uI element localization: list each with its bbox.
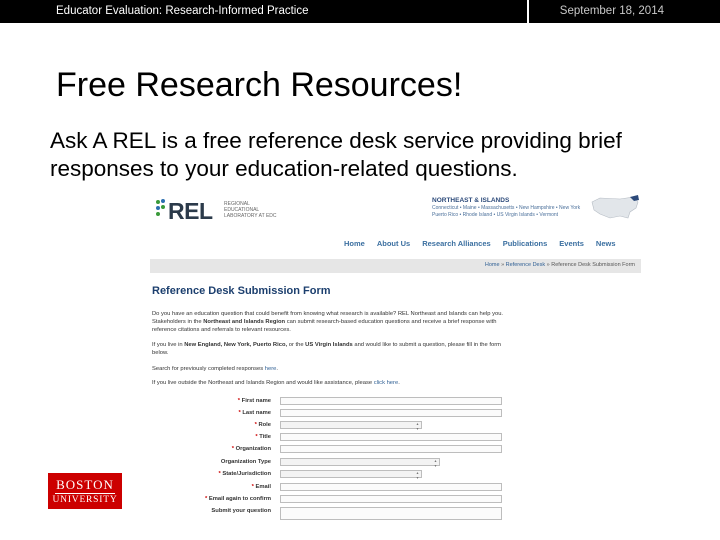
click-here-link[interactable]: click here [374, 380, 398, 386]
search-here-link[interactable]: here [265, 366, 277, 372]
form-intro-paragraph: Do you have an education question that c… [152, 311, 504, 333]
email-input[interactable] [280, 483, 502, 491]
nav-publications[interactable]: Publications [503, 239, 548, 248]
first-name-input[interactable] [280, 397, 502, 405]
organization-type-select[interactable] [280, 458, 440, 468]
question-label: Submit your question [211, 508, 271, 514]
site-nav: Home About Us Research Alliances Publica… [344, 239, 616, 248]
title-label: * Title [255, 434, 271, 440]
breadcrumb-separator: » [501, 262, 505, 268]
outside-region-paragraph: If you live outside the Northeast and Is… [152, 380, 400, 386]
email-confirm-input[interactable] [280, 495, 502, 503]
first-name-label: * First name [237, 398, 271, 404]
nav-home[interactable]: Home [344, 239, 365, 248]
breadcrumb-current: Reference Desk Submission Form [551, 262, 635, 268]
breadcrumb-bar: Home » Reference Desk » Reference Desk S… [150, 259, 641, 273]
title-input[interactable] [280, 433, 502, 441]
last-name-label: * Last name [238, 410, 271, 416]
header-date: September 18, 2014 [559, 5, 664, 17]
nav-research-alliances[interactable]: Research Alliances [422, 239, 491, 248]
email-label: * Email [251, 484, 271, 490]
organization-label: * Organization [231, 446, 271, 452]
question-textarea[interactable] [280, 507, 502, 520]
state-select[interactable] [280, 470, 422, 480]
rel-logo-subtitle: REGIONAL EDUCATIONAL LABORATORY AT EDC [224, 201, 277, 219]
nav-news[interactable]: News [596, 239, 616, 248]
organization-input[interactable] [280, 445, 502, 453]
eligibility-paragraph: If you live in New England, New York, Pu… [152, 342, 501, 356]
state-label: * State/Jurisdiction [218, 471, 271, 477]
slide-body-text: Ask A REL is a free reference desk servi… [50, 128, 622, 181]
nav-events[interactable]: Events [559, 239, 584, 248]
header-left-text: Educator Evaluation: Research-Informed P… [56, 5, 309, 17]
nav-about-us[interactable]: About Us [377, 239, 410, 248]
rel-logo-text: REL [168, 198, 213, 224]
region-title: NORTHEAST & ISLANDS [432, 197, 510, 204]
header-divider [527, 0, 529, 23]
last-name-input[interactable] [280, 409, 502, 417]
breadcrumb: Home » Reference Desk » Reference Desk S… [485, 262, 635, 268]
email-confirm-label: * Email again to confirm [204, 496, 271, 502]
breadcrumb-separator: » [546, 262, 550, 268]
role-label: * Role [254, 422, 271, 428]
form-title: Reference Desk Submission Form [152, 285, 331, 297]
breadcrumb-reference-desk[interactable]: Reference Desk [506, 262, 545, 268]
organization-type-label: Organization Type [220, 459, 271, 465]
role-select[interactable] [280, 421, 422, 431]
search-responses-paragraph: Search for previously completed response… [152, 366, 279, 372]
slide-title: Free Research Resources! [56, 66, 463, 104]
slide-header-bar: Educator Evaluation: Research-Informed P… [0, 0, 720, 23]
region-subtitle: Connecticut • Maine • Massachusetts • Ne… [432, 205, 581, 218]
us-map-icon [591, 195, 639, 219]
embedded-web-screenshot: REL REGIONAL EDUCATIONAL LABORATORY AT E… [150, 188, 641, 520]
boston-university-logo: BOSTON UNIVERSITY [48, 473, 122, 509]
breadcrumb-home[interactable]: Home [485, 262, 500, 268]
